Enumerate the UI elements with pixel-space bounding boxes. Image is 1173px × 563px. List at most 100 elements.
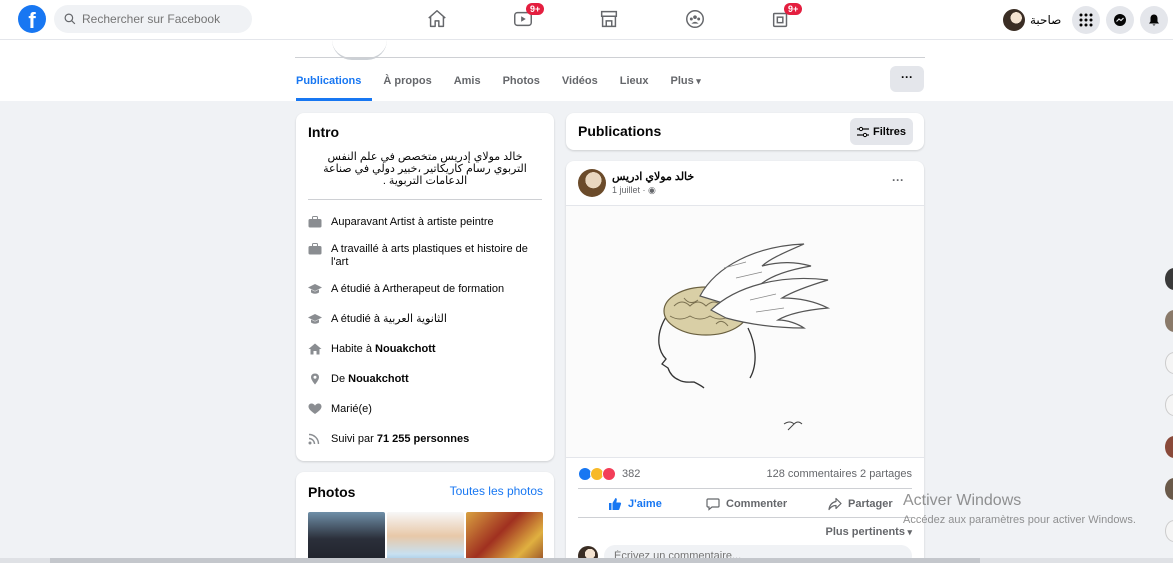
share-button[interactable]: Partager xyxy=(828,497,893,511)
tab-more[interactable]: Plus xyxy=(659,58,711,101)
filters-button[interactable]: Filtres xyxy=(850,118,913,145)
tab-about[interactable]: À propos xyxy=(372,58,442,101)
top-navigation-bar: f 9+ 9+ صاحبة xyxy=(0,0,1173,40)
tab-places[interactable]: Lieux xyxy=(609,58,660,101)
contact-avatar[interactable] xyxy=(1165,310,1173,332)
divider xyxy=(308,199,542,200)
intro-card: Intro خالد مولاي إدريس متخصص في علم النف… xyxy=(296,113,554,461)
comment-label: Commenter xyxy=(726,498,788,510)
home-icon xyxy=(428,10,446,28)
comments-count[interactable]: 128 commentaires xyxy=(766,468,857,480)
nav-watch[interactable]: 9+ xyxy=(512,3,545,32)
intro-item-followers: Suivi par 71 255 personnes xyxy=(308,433,544,446)
intro-item-lives-in: Habite à Nouakchott xyxy=(308,343,544,356)
menu-grid-icon xyxy=(1079,13,1093,27)
contact-avatar[interactable] xyxy=(1165,520,1173,542)
tab-publications[interactable]: Publications xyxy=(296,58,373,101)
intro-item-text: A travaillé à arts plastiques et histoir… xyxy=(331,243,528,268)
horizontal-scrollbar[interactable] xyxy=(0,558,1173,563)
search-input[interactable] xyxy=(82,12,242,26)
facebook-logo[interactable]: f xyxy=(18,5,46,33)
caricature-drawing xyxy=(658,243,831,431)
photo-thumbnail[interactable] xyxy=(308,512,385,563)
intro-item-education-1: A étudié à Artherapeut de formation xyxy=(308,283,544,296)
nav-marketplace[interactable] xyxy=(598,8,622,32)
avatar[interactable] xyxy=(578,169,606,197)
share-icon xyxy=(828,497,842,511)
intro-item-education-2: A étudié à الثانوية العربية xyxy=(308,313,544,326)
publications-header-card: Publications Filtres xyxy=(566,113,924,150)
intro-item-text: A étudié à Artherapeut de formation xyxy=(331,283,505,295)
globe-icon: ◉ xyxy=(648,185,656,195)
comment-sort-dropdown[interactable]: Plus pertinents xyxy=(826,526,913,538)
nav-home[interactable] xyxy=(426,8,450,32)
intro-title: Intro xyxy=(308,124,340,140)
see-all-photos-link[interactable]: Toutes les photos xyxy=(450,484,543,498)
post-options-button[interactable]: ··· xyxy=(892,173,904,187)
publications-title: Publications xyxy=(578,123,662,139)
messenger-icon xyxy=(1114,14,1126,26)
watch-badge: 9+ xyxy=(526,3,545,15)
contact-avatar[interactable] xyxy=(1165,436,1173,458)
profile-tabs: Publications À propos Amis Photos Vidéos… xyxy=(296,58,712,101)
graduation-cap-icon xyxy=(308,314,322,324)
contact-avatar[interactable] xyxy=(1165,352,1173,374)
divider xyxy=(578,517,912,518)
notifications-icon xyxy=(1149,14,1159,26)
search-box[interactable] xyxy=(54,5,252,33)
rss-icon xyxy=(308,433,320,445)
like-label: J'aime xyxy=(628,498,662,510)
intro-item-work-2: A travaillé à arts plastiques et histoir… xyxy=(308,243,544,269)
intro-bio: خالد مولاي إدريس متخصص في علم النفس التر… xyxy=(323,151,527,187)
graduation-cap-icon xyxy=(308,284,322,294)
windows-activation-subtitle: Accédez aux paramètres pour activer Wind… xyxy=(903,514,1136,526)
windows-activation-title: Activer Windows xyxy=(903,492,1022,509)
gaming-badge: 9+ xyxy=(784,3,803,15)
scrollbar-thumb[interactable] xyxy=(50,558,980,563)
intro-item-from: De Nouakchott xyxy=(308,373,544,386)
store-icon xyxy=(600,10,618,28)
tab-friends[interactable]: Amis xyxy=(443,58,492,101)
tab-photos[interactable]: Photos xyxy=(492,58,551,101)
profile-shortcut[interactable]: صاحبة xyxy=(1003,8,1061,32)
photo-thumbnail[interactable] xyxy=(387,512,464,563)
intro-item-text: Auparavant Artist à artiste peintre xyxy=(331,216,494,228)
intro-item-text: Habite à Nouakchott xyxy=(331,343,436,355)
notifications-button[interactable] xyxy=(1140,6,1168,34)
shares-count[interactable]: 2 partages xyxy=(860,468,912,480)
thumbs-up-icon xyxy=(609,498,622,510)
menu-button[interactable] xyxy=(1072,6,1100,34)
share-label: Partager xyxy=(848,498,893,510)
contact-avatar[interactable] xyxy=(1165,394,1173,416)
tab-videos[interactable]: Vidéos xyxy=(551,58,609,101)
like-button[interactable]: J'aime xyxy=(608,497,662,511)
filters-label: Filtres xyxy=(872,125,906,138)
more-options-button[interactable]: ··· xyxy=(890,66,924,92)
post-date[interactable]: 1 juillet · ◉ xyxy=(612,185,656,196)
nav-groups[interactable] xyxy=(684,8,708,32)
post-author[interactable]: خالد مولاي ادريس xyxy=(612,170,694,183)
comment-button[interactable]: Commenter xyxy=(706,497,787,511)
post-card: خالد مولاي ادريس 1 juillet · ◉ ··· 382 1… xyxy=(566,161,924,563)
contact-avatar[interactable] xyxy=(1165,268,1173,290)
location-pin-icon xyxy=(311,373,319,385)
messenger-button[interactable] xyxy=(1106,6,1134,34)
intro-item-relationship: Marié(e) xyxy=(308,403,544,416)
intro-item-work-1: Auparavant Artist à artiste peintre xyxy=(308,216,544,229)
profile-name: صاحبة xyxy=(1030,13,1062,27)
nav-gaming[interactable]: 9+ xyxy=(770,3,803,32)
photos-card: Photos Toutes les photos xyxy=(296,472,554,563)
reactions-count: 382 xyxy=(622,468,641,480)
briefcase-icon xyxy=(308,243,322,255)
contact-avatar[interactable] xyxy=(1165,478,1173,500)
photos-title: Photos xyxy=(308,484,356,500)
groups-icon xyxy=(686,10,704,28)
comments-shares-count[interactable]: 128 commentaires 2 partages xyxy=(766,468,912,480)
intro-item-text: Suivi par 71 255 personnes xyxy=(331,433,470,445)
photo-thumbnail[interactable] xyxy=(466,512,543,563)
comment-icon xyxy=(706,498,720,511)
reactions-summary[interactable]: 382 xyxy=(578,467,640,481)
sliders-icon xyxy=(856,126,869,137)
post-image[interactable] xyxy=(566,205,924,458)
divider xyxy=(578,488,912,489)
